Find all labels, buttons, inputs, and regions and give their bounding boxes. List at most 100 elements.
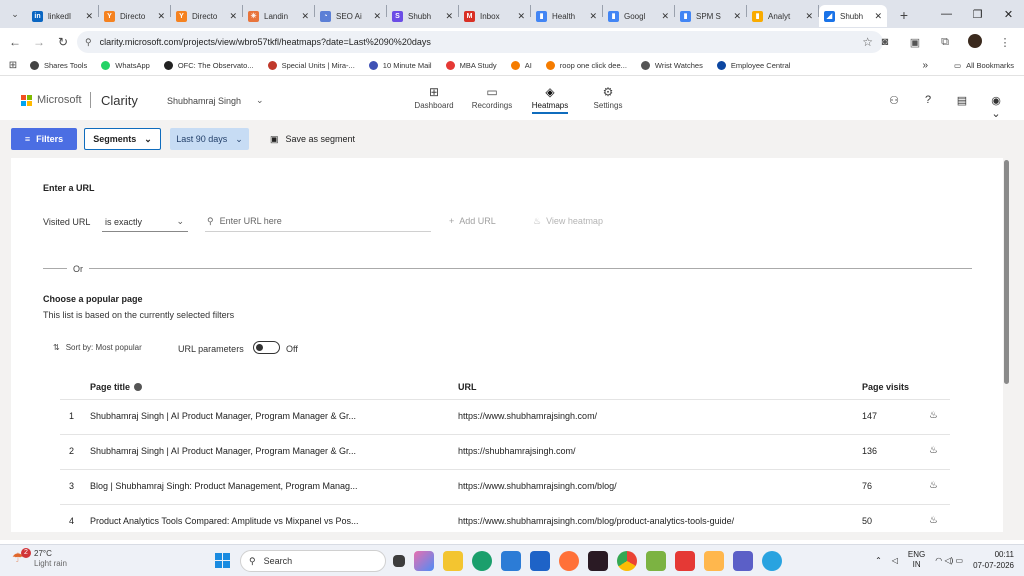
nav-tab-recordings[interactable]: ▭ Recordings (463, 85, 521, 110)
add-url-button[interactable]: + Add URL (449, 216, 496, 226)
row-page-title[interactable]: Blog | Shubhamraj Singh: Product Managem… (90, 481, 357, 491)
browser-tab[interactable]: ✳ Landin ✕ (243, 5, 314, 27)
tab-close-icon[interactable]: ✕ (517, 11, 525, 22)
new-tab-button[interactable]: + (893, 7, 915, 23)
bookmark-item[interactable]: Shares Tools (30, 61, 87, 70)
card-scrollbar[interactable] (1003, 158, 1010, 532)
document-icon[interactable]: ▤ (954, 94, 970, 120)
close-window-icon[interactable]: ✕ (993, 0, 1024, 28)
forward-icon[interactable]: → (27, 35, 51, 49)
share-icon[interactable]: ⚇ (886, 94, 902, 120)
nav-tab-heatmaps[interactable]: ◈ Heatmaps (521, 85, 579, 114)
app-icon[interactable] (704, 551, 724, 571)
url-text[interactable]: clarity.microsoft.com/projects/view/wbro… (100, 37, 431, 47)
teams-icon[interactable] (733, 551, 753, 571)
sort-dropdown[interactable]: ⇅ Sort by: Most popular (53, 343, 142, 352)
tab-close-icon[interactable]: ✕ (301, 11, 309, 22)
weather-widget[interactable]: ☂ 2 27°C Light rain (12, 548, 67, 569)
app-icon[interactable] (530, 551, 550, 571)
view-heatmap-flame-icon[interactable]: ♨ (929, 410, 938, 421)
tab-search-chevron-icon[interactable]: ⌄ (3, 3, 27, 25)
reload-icon[interactable]: ↻ (51, 35, 75, 49)
camera-icon[interactable]: ◙ (872, 36, 898, 48)
scrollbar-thumb[interactable] (1004, 160, 1009, 384)
browser-tab[interactable]: ▮ SPM S ✕ (675, 5, 746, 27)
row-page-title[interactable]: Product Analytics Tools Compared: Amplit… (90, 516, 358, 526)
view-heatmap-button[interactable]: ♨ View heatmap (533, 216, 603, 227)
clock[interactable]: 00:11 07-07-2026 (973, 549, 1014, 571)
store-icon[interactable] (501, 551, 521, 571)
tab-close-icon[interactable]: ✕ (874, 11, 882, 22)
chrome-icon[interactable] (617, 551, 637, 571)
bookmark-item[interactable]: Employee Central (716, 61, 790, 70)
browser-tab[interactable]: Y Directo ✕ (99, 5, 170, 27)
view-heatmap-flame-icon[interactable]: ♨ (929, 445, 938, 456)
view-heatmap-flame-icon[interactable]: ♨ (929, 515, 938, 526)
url-input[interactable]: ⚲ Enter URL here (205, 212, 431, 232)
browser-tab[interactable]: in linkedI ✕ (27, 5, 98, 27)
bookmark-item[interactable]: AI (510, 61, 532, 70)
browser-tab[interactable]: M Inbox ✕ (459, 5, 530, 27)
date-range-button[interactable]: Last 90 days ⌄ (170, 128, 249, 150)
file-explorer-icon[interactable] (443, 551, 463, 571)
tab-close-icon[interactable]: ✕ (733, 11, 741, 22)
bookmark-item[interactable]: roop one click dee... (545, 61, 627, 70)
location-icon[interactable]: ◁ (892, 556, 898, 565)
browser-menu-icon[interactable]: ⋮ (992, 36, 1018, 49)
tab-close-icon[interactable]: ✕ (373, 11, 381, 22)
help-icon[interactable]: ? (920, 94, 936, 120)
back-icon[interactable]: ← (3, 35, 27, 49)
tab-close-icon[interactable]: ✕ (157, 11, 165, 22)
bookmark-item[interactable]: Wrist Watches (640, 61, 703, 70)
browser-tab[interactable]: ◔ SEO Ai ✕ (315, 5, 386, 27)
extensions-icon[interactable]: ⧉ (932, 36, 958, 49)
minimize-icon[interactable]: — (931, 0, 962, 28)
view-heatmap-flame-icon[interactable]: ♨ (929, 480, 938, 491)
wifi-volume-battery-icon[interactable]: ◠ ◁) ▭ (935, 556, 963, 565)
table-row[interactable]: 3 Blog | Shubhamraj Singh: Product Manage… (60, 470, 950, 505)
language-indicator[interactable]: ENG IN (908, 550, 925, 570)
project-selector[interactable]: Shubhamraj Singh (167, 96, 241, 106)
bookmark-item[interactable]: WhatsApp (101, 61, 150, 70)
copilot-icon[interactable] (414, 551, 434, 571)
bookmark-item[interactable]: Special Units | Mira-... (267, 61, 355, 70)
row-url[interactable]: https://shubhamrajsingh.com/ (458, 446, 576, 456)
table-row[interactable]: 2 Shubhamraj Singh | AI Product Manager, … (60, 435, 950, 470)
browser-tab[interactable]: S Shubh ✕ (387, 5, 458, 27)
column-page-title[interactable]: Page title (90, 382, 143, 392)
nav-tab-dashboard[interactable]: ⊞ Dashboard (405, 85, 463, 110)
bookmark-item[interactable]: OFC: The Observato... (163, 61, 254, 70)
browser-tab[interactable]: ▮ Health ✕ (531, 5, 602, 27)
firefox-icon[interactable] (559, 551, 579, 571)
tab-close-icon[interactable]: ✕ (445, 11, 453, 22)
app-icon[interactable] (675, 551, 695, 571)
url-parameters-toggle[interactable] (253, 341, 280, 354)
chevron-down-icon[interactable]: ⌄ (256, 95, 264, 106)
app-icon[interactable] (588, 551, 608, 571)
restore-icon[interactable]: ❐ (962, 0, 993, 28)
row-url[interactable]: https://www.shubhamrajsingh.com/blog/pro… (458, 516, 734, 526)
tab-close-icon[interactable]: ✕ (661, 11, 669, 22)
all-bookmarks[interactable]: ▭ All Bookmarks (954, 61, 1014, 70)
match-type-dropdown[interactable]: is exactly ⌄ (102, 212, 188, 232)
browser-tab[interactable]: ◢ Shubh ✕ (819, 5, 887, 27)
bookmark-item[interactable]: MBA Study (445, 61, 497, 70)
bookmarks-overflow-icon[interactable]: » (922, 60, 928, 71)
extension-puzzle-icon[interactable]: ▣ (902, 36, 928, 49)
row-url[interactable]: https://www.shubhamrajsingh.com/blog/ (458, 481, 617, 491)
show-hidden-icons[interactable]: ⌃ (875, 556, 882, 565)
tab-close-icon[interactable]: ✕ (805, 11, 813, 22)
tab-close-icon[interactable]: ✕ (229, 11, 237, 22)
browser-tab[interactable]: ▮ Analyt ✕ (747, 5, 818, 27)
segments-button[interactable]: Segments ⌄ (84, 128, 161, 150)
row-url[interactable]: https://www.shubhamrajsingh.com/ (458, 411, 597, 421)
nav-tab-settings[interactable]: ⚙ Settings (579, 85, 637, 110)
product-name[interactable]: Clarity (101, 93, 138, 108)
app-icon[interactable] (762, 551, 782, 571)
profile-avatar[interactable] (962, 33, 988, 51)
tab-close-icon[interactable]: ✕ (85, 11, 93, 22)
edge-icon[interactable] (472, 551, 492, 571)
filters-button[interactable]: ≡ Filters (11, 128, 77, 150)
account-icon[interactable]: ◉ ⌄ (988, 94, 1004, 120)
browser-tab[interactable]: Y Directo ✕ (171, 5, 242, 27)
